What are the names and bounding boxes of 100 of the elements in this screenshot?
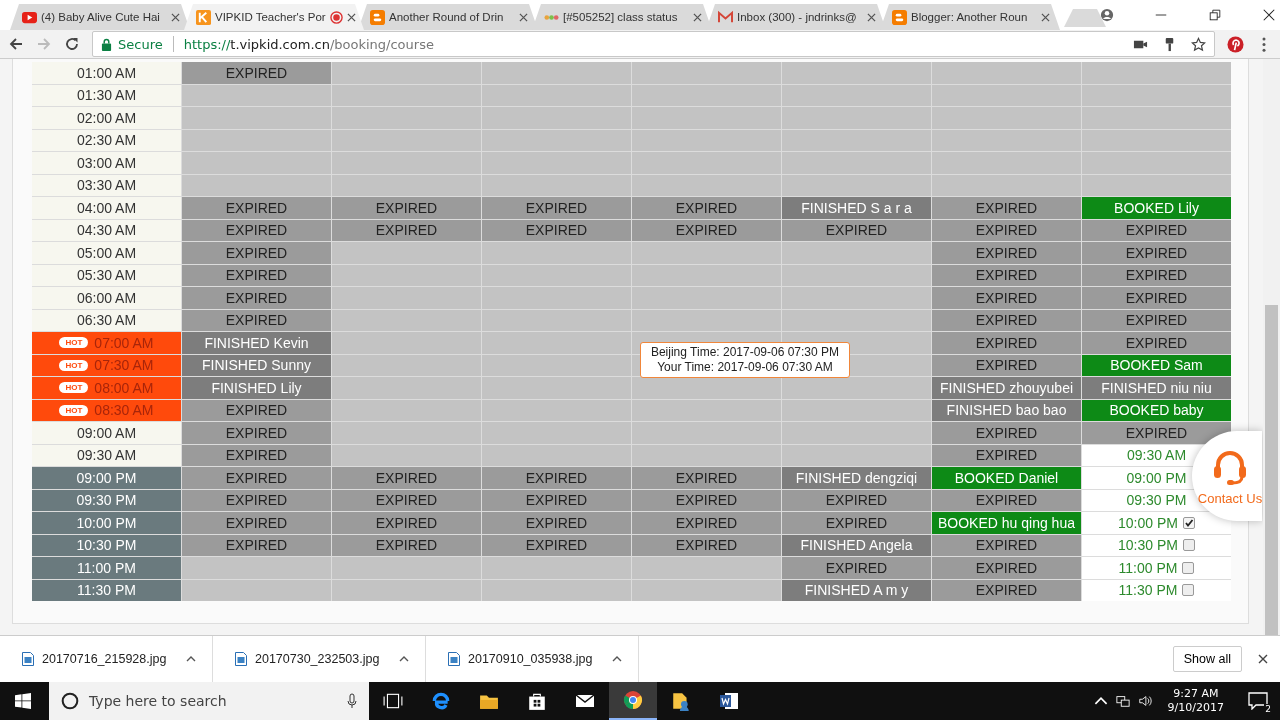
expired-slot: EXPIRED (932, 332, 1081, 354)
finished-slot: FINISHED Lily (182, 377, 331, 399)
booked-slot: BOOKED Lily (1082, 197, 1231, 219)
expired-slot: EXPIRED (1082, 332, 1231, 354)
time-label: 09:30 AM (76, 447, 137, 464)
expired-slot: EXPIRED (482, 467, 631, 489)
expired-slot: EXPIRED (932, 197, 1081, 219)
expired-slot: EXPIRED (932, 309, 1081, 331)
finished-slot: FINISHED bao bao (932, 399, 1081, 421)
expired-slot: EXPIRED (482, 534, 631, 556)
hot-badge: HOT (59, 382, 89, 394)
browser-tab[interactable]: Blogger: Another Roun (880, 4, 1060, 30)
expired-slot: EXPIRED (632, 512, 781, 534)
expired-slot: EXPIRED (332, 512, 481, 534)
expired-slot: EXPIRED (932, 242, 1081, 264)
hot-badge: HOT (59, 359, 89, 371)
expired-slot: EXPIRED (932, 534, 1081, 556)
expired-slot: EXPIRED (932, 579, 1081, 601)
clock-date: 9/10/2017 (1167, 701, 1224, 715)
finished-slot: FINISHED Kevin (182, 332, 331, 354)
expired-slot: EXPIRED (932, 264, 1081, 286)
expired-slot: EXPIRED (182, 422, 331, 444)
expired-slot: EXPIRED (182, 309, 331, 331)
expired-slot: EXPIRED (332, 219, 481, 241)
url-text: https://t.vipkid.com.cn/booking/course (183, 36, 434, 52)
expired-slot: EXPIRED (482, 197, 631, 219)
finished-slot: FINISHED S a r a (782, 197, 931, 219)
expired-slot: EXPIRED (932, 354, 1081, 376)
time-label: 09:30 PM (76, 492, 137, 509)
expired-slot: EXPIRED (332, 489, 481, 511)
time-label: 04:00 AM (76, 199, 137, 216)
expired-slot: EXPIRED (182, 534, 331, 556)
time-label: 08:30 AM (94, 402, 154, 419)
expired-slot: EXPIRED (182, 444, 331, 466)
expired-slot: EXPIRED (1082, 422, 1231, 444)
finished-slot: FINISHED Sunny (182, 354, 331, 376)
time-label: 06:00 AM (76, 289, 137, 306)
expired-slot: EXPIRED (1082, 287, 1231, 309)
clock-time: 9:27 AM (1173, 687, 1219, 701)
expired-slot: EXPIRED (782, 557, 931, 579)
notification-button[interactable]: 2 (1236, 682, 1280, 720)
show-all-button[interactable]: Show all (1172, 646, 1242, 672)
time-label: 09:00 AM (76, 424, 137, 441)
address-bar[interactable]: Secure https://t.vipkid.com.cn/booking/course (92, 31, 1215, 57)
expired-slot: EXPIRED (632, 534, 781, 556)
notification-count: 2 (1264, 704, 1272, 714)
time-label: 08:00 AM (94, 379, 154, 396)
expired-slot: EXPIRED (332, 534, 481, 556)
tooltip-line: Beijing Time: 2017-09-06 07:30 PM (650, 345, 840, 360)
expired-slot: EXPIRED (782, 512, 931, 534)
time-label: 09:00 PM (76, 469, 137, 486)
finished-slot: FINISHED Angela (782, 534, 931, 556)
expired-slot: EXPIRED (632, 219, 781, 241)
time-label: 11:30 PM (77, 582, 136, 599)
clock[interactable]: 9:27 AM 9/10/2017 (1167, 687, 1224, 715)
finished-slot: FINISHED zhouyubei (932, 377, 1081, 399)
booked-slot: BOOKED baby (1082, 399, 1231, 421)
time-label: 10:00 PM (76, 514, 137, 531)
expired-slot: EXPIRED (932, 287, 1081, 309)
expired-slot: EXPIRED (182, 467, 331, 489)
expired-slot: EXPIRED (1082, 264, 1231, 286)
booked-slot: BOOKED Daniel (932, 467, 1081, 489)
search-field[interactable]: Type here to search (49, 682, 369, 720)
expired-slot: EXPIRED (182, 242, 331, 264)
expired-slot: EXPIRED (932, 557, 1081, 579)
time-label: 05:00 AM (76, 244, 137, 261)
expired-slot: EXPIRED (782, 489, 931, 511)
hot-badge: HOT (59, 337, 89, 349)
expired-slot: EXPIRED (632, 197, 781, 219)
expired-slot: EXPIRED (182, 287, 331, 309)
expired-slot: EXPIRED (482, 219, 631, 241)
expired-slot: EXPIRED (182, 264, 331, 286)
time-label: 03:30 AM (76, 177, 137, 194)
time-label: 02:30 AM (76, 132, 137, 149)
booked-slot: BOOKED Sam (1082, 354, 1231, 376)
hot-badge: HOT (59, 404, 89, 416)
expired-slot: EXPIRED (182, 219, 331, 241)
expired-slot: EXPIRED (932, 444, 1081, 466)
finished-slot: FINISHED niu niu (1082, 377, 1231, 399)
expired-slot: EXPIRED (1082, 242, 1231, 264)
expired-slot: EXPIRED (182, 197, 331, 219)
expired-slot: EXPIRED (182, 62, 331, 84)
time-label: 06:30 AM (76, 312, 137, 329)
booked-slot: BOOKED hu qing hua (932, 512, 1081, 534)
expired-slot: EXPIRED (182, 399, 331, 421)
expired-slot: EXPIRED (182, 489, 331, 511)
finished-slot: FINISHED A m y (782, 579, 931, 601)
time-label: 02:00 AM (76, 109, 137, 126)
time-label: 07:30 AM (94, 357, 154, 374)
time-label: 10:30 PM (76, 537, 137, 554)
expired-slot: EXPIRED (332, 197, 481, 219)
finished-slot: FINISHED dengziqi (782, 467, 931, 489)
expired-slot: EXPIRED (632, 489, 781, 511)
time-label: 07:00 AM (94, 334, 154, 351)
browser-tab[interactable]: VIPKID Teacher's Por (184, 4, 364, 30)
expired-slot: EXPIRED (482, 512, 631, 534)
expired-slot: EXPIRED (932, 422, 1081, 444)
expired-slot: EXPIRED (482, 489, 631, 511)
time-label: 11:00 PM (77, 559, 136, 576)
time-label: 01:30 AM (76, 87, 137, 104)
